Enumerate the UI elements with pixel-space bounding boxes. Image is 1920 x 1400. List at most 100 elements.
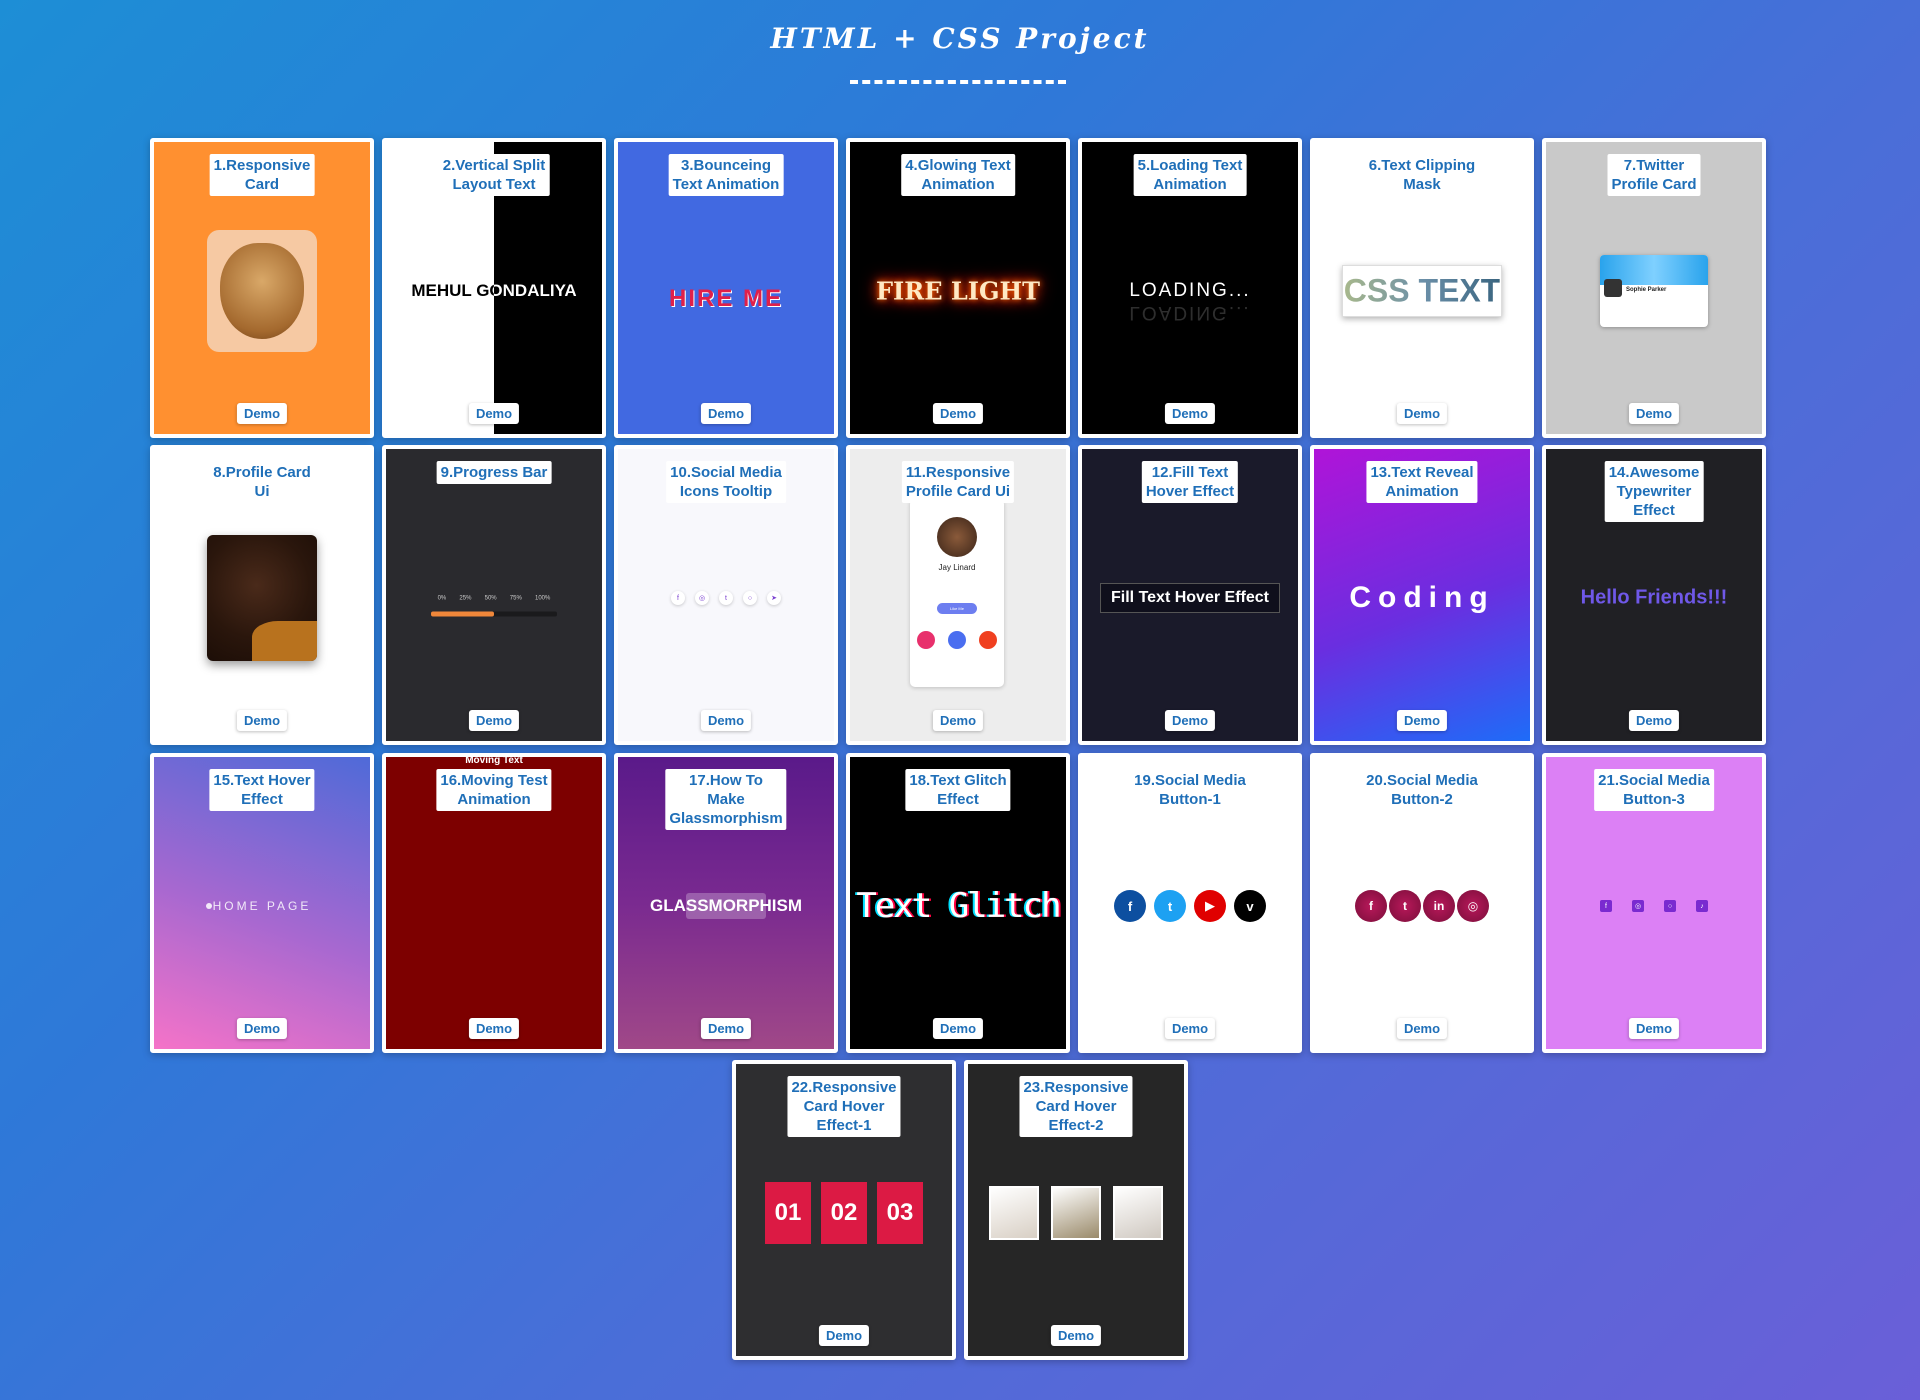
card-title: 3.Bounceing Text Animation bbox=[668, 154, 784, 196]
youtube-icon[interactable] bbox=[979, 631, 998, 649]
hover-dot bbox=[206, 903, 212, 909]
card-loading-text[interactable]: LOADING... LOADING... 5.Loading Text Anima… bbox=[1078, 138, 1302, 438]
progress-step: 0% bbox=[437, 595, 447, 602]
instagram-icon[interactable]: ◎ bbox=[1457, 890, 1489, 922]
demo-button[interactable]: Demo bbox=[1396, 403, 1448, 424]
demo-button[interactable]: Demo bbox=[1628, 710, 1680, 731]
like-button[interactable]: Like Me bbox=[937, 603, 977, 614]
card-card-hover-effect-1[interactable]: 01 02 03 22.Responsive Card Hover Effect-1 D… bbox=[732, 1060, 956, 1360]
lion-face bbox=[220, 243, 304, 339]
card-responsive-card[interactable]: 1.Responsive Card Demo bbox=[150, 138, 374, 438]
demo-button[interactable]: Demo bbox=[1628, 403, 1680, 424]
progress-steps: 0% 25% 50% 75% 100% bbox=[431, 596, 557, 602]
tiktok-icon[interactable]: ♪ bbox=[1696, 900, 1708, 912]
card-bounce-text[interactable]: HIRE ME 3.Bounceing Text Animation Demo bbox=[614, 138, 838, 438]
twitter-icon[interactable]: t bbox=[1154, 890, 1186, 922]
card-card-hover-effect-2[interactable]: 23.Responsive Card Hover Effect-2 Demo bbox=[964, 1060, 1188, 1360]
card-moving-text[interactable]: Moving Text 16.Moving Test Animation Demo bbox=[382, 753, 606, 1053]
card-responsive-profile-card[interactable]: Jay Linard Like Me 11.Responsive Profile C… bbox=[846, 445, 1070, 745]
twitter-icon[interactable]: t bbox=[719, 591, 733, 605]
demo-button[interactable]: Demo bbox=[700, 403, 752, 424]
card-title: 5.Loading Text Animation bbox=[1133, 154, 1247, 196]
photo-thumb[interactable] bbox=[1051, 1186, 1101, 1240]
number-cards: 01 02 03 bbox=[765, 1182, 923, 1244]
card-social-button-3[interactable]: f ◎ ○ ♪ 21.Social Media Button-3 Demo bbox=[1542, 753, 1766, 1053]
twitter-icon[interactable]: t bbox=[1389, 890, 1421, 922]
facebook-icon[interactable]: f bbox=[671, 591, 685, 605]
card-text-hover-effect[interactable]: HOME PAGE 15.Text Hover Effect Demo bbox=[150, 753, 374, 1053]
facebook-icon[interactable]: f bbox=[1114, 890, 1146, 922]
facebook-icon[interactable] bbox=[947, 631, 966, 649]
card-title: 19.Social Media Button-1 bbox=[1130, 769, 1250, 811]
demo-button[interactable]: Demo bbox=[468, 1018, 520, 1039]
number-card[interactable]: 01 bbox=[765, 1182, 811, 1244]
card-title: 23.Responsive Card Hover Effect-2 bbox=[1019, 1076, 1133, 1137]
fill-text-box: Fill Text Hover Effect bbox=[1100, 583, 1280, 613]
demo-button[interactable]: Demo bbox=[1396, 710, 1448, 731]
card-typewriter-effect[interactable]: Hello Friends!!! 14.Awesome Typewriter Ef… bbox=[1542, 445, 1766, 745]
card-title: 4.Glowing Text Animation bbox=[901, 154, 1015, 196]
demo-button[interactable]: Demo bbox=[818, 1325, 870, 1346]
preview-text: Coding bbox=[1349, 581, 1495, 614]
demo-button[interactable]: Demo bbox=[700, 710, 752, 731]
photo-thumb[interactable] bbox=[1113, 1186, 1163, 1240]
demo-button[interactable]: Demo bbox=[1396, 1018, 1448, 1039]
card-social-button-1[interactable]: f t ▶ v 19.Social Media Button-1 Demo bbox=[1078, 753, 1302, 1053]
social-row bbox=[910, 631, 1004, 649]
demo-button[interactable]: Demo bbox=[700, 1018, 752, 1039]
card-title: 11.Responsive Profile Card Ui bbox=[901, 461, 1015, 503]
twitter-card: Sophie Parker bbox=[1600, 255, 1708, 327]
card-fill-text-hover[interactable]: Fill Text Hover Effect 12.Fill Text Hover… bbox=[1078, 445, 1302, 745]
instagram-icon[interactable] bbox=[916, 631, 935, 649]
progress-widget: 0% 25% 50% 75% 100% bbox=[431, 596, 557, 617]
telegram-icon[interactable]: ➤ bbox=[767, 591, 781, 605]
demo-button[interactable]: Demo bbox=[236, 710, 288, 731]
progress-step: 50% bbox=[484, 595, 497, 602]
github-icon[interactable]: ○ bbox=[743, 591, 757, 605]
preview-text: MEHUL GONDALIYA bbox=[411, 281, 577, 300]
facebook-icon[interactable]: f bbox=[1355, 890, 1387, 922]
demo-button[interactable]: Demo bbox=[236, 403, 288, 424]
card-social-icons-tooltip[interactable]: f ◎ t ○ ➤ 10.Social Media Icons Tooltip Demo bbox=[614, 445, 838, 745]
demo-button[interactable]: Demo bbox=[1164, 710, 1216, 731]
linkedin-icon[interactable]: in bbox=[1423, 890, 1455, 922]
vimeo-icon[interactable]: v bbox=[1234, 890, 1266, 922]
instagram-icon[interactable]: ◎ bbox=[695, 591, 709, 605]
social-buttons: f ◎ ○ ♪ bbox=[1600, 900, 1708, 912]
card-progress-bar[interactable]: 0% 25% 50% 75% 100% 9.Progress Bar Demo bbox=[382, 445, 606, 745]
card-text-reveal[interactable]: Coding 13.Text Reveal Animation Demo bbox=[1310, 445, 1534, 745]
demo-button[interactable]: Demo bbox=[1050, 1325, 1102, 1346]
social-buttons: f t ▶ v bbox=[1114, 890, 1266, 922]
demo-button[interactable]: Demo bbox=[932, 1018, 984, 1039]
card-vertical-split-text[interactable]: MEHUL GONDALIYA 2.Vertical Split Layout T… bbox=[382, 138, 606, 438]
preview-text: GLASSMORPHISM bbox=[649, 896, 803, 915]
card-social-button-2[interactable]: f t in ◎ 20.Social Media Button-2 Demo bbox=[1310, 753, 1534, 1053]
card-profile-card-ui[interactable]: 8.Profile Card Ui Demo bbox=[150, 445, 374, 745]
progress-step: 25% bbox=[459, 595, 472, 602]
number-card[interactable]: 03 bbox=[877, 1182, 923, 1244]
demo-button[interactable]: Demo bbox=[932, 710, 984, 731]
demo-button[interactable]: Demo bbox=[1628, 1018, 1680, 1039]
demo-button[interactable]: Demo bbox=[468, 403, 520, 424]
card-glowing-text[interactable]: FIRE LIGHT 4.Glowing Text Animation Demo bbox=[846, 138, 1070, 438]
card-text-glitch[interactable]: Text Glitch 18.Text Glitch Effect Demo bbox=[846, 753, 1070, 1053]
facebook-icon[interactable]: f bbox=[1600, 900, 1612, 912]
demo-button[interactable]: Demo bbox=[1164, 403, 1216, 424]
profile-name: Jay Linard bbox=[938, 563, 976, 572]
youtube-icon[interactable]: ▶ bbox=[1194, 890, 1226, 922]
preview-text: HOME PAGE bbox=[212, 899, 312, 913]
photo-cards bbox=[989, 1186, 1163, 1240]
instagram-icon[interactable]: ◎ bbox=[1632, 900, 1644, 912]
demo-button[interactable]: Demo bbox=[932, 403, 984, 424]
card-twitter-profile-card[interactable]: Sophie Parker 7.Twitter Profile Card Demo bbox=[1542, 138, 1766, 438]
card-glassmorphism[interactable]: GLASSMORPHISM 17.How To Make Glassmorphis… bbox=[614, 753, 838, 1053]
number-card[interactable]: 02 bbox=[821, 1182, 867, 1244]
card-text-clipping-mask[interactable]: CSS TEXT 6.Text Clipping Mask Demo bbox=[1310, 138, 1534, 438]
card-title: 18.Text Glitch Effect bbox=[905, 769, 1011, 811]
github-icon[interactable]: ○ bbox=[1664, 900, 1676, 912]
demo-button[interactable]: Demo bbox=[236, 1018, 288, 1039]
demo-button[interactable]: Demo bbox=[468, 710, 520, 731]
card-title: 17.How To Make Glassmorphism bbox=[665, 769, 787, 830]
demo-button[interactable]: Demo bbox=[1164, 1018, 1216, 1039]
photo-thumb[interactable] bbox=[989, 1186, 1039, 1240]
